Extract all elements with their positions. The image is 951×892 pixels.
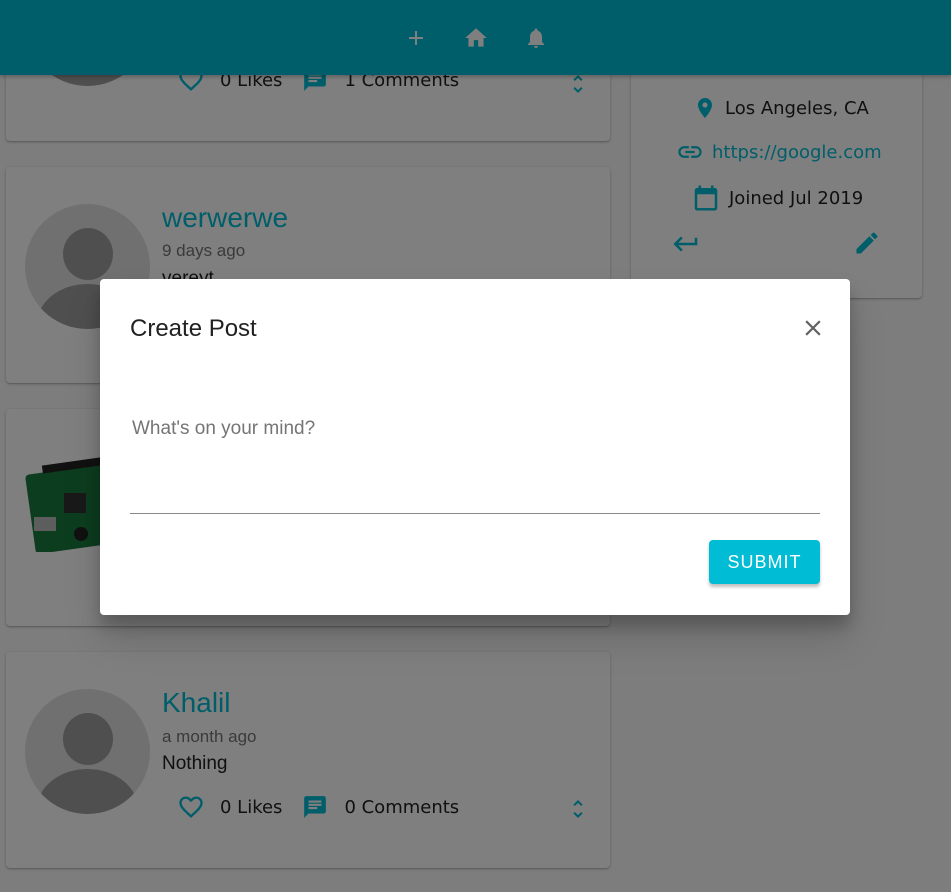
close-dialog-button[interactable] <box>797 312 829 344</box>
dialog-title: Create Post <box>130 315 257 342</box>
close-icon <box>805 320 821 336</box>
post-body-input[interactable] <box>130 413 824 445</box>
create-post-dialog: Create Post SUBMIT <box>100 279 850 615</box>
input-underline <box>130 513 820 514</box>
submit-button[interactable]: SUBMIT <box>709 540 820 584</box>
